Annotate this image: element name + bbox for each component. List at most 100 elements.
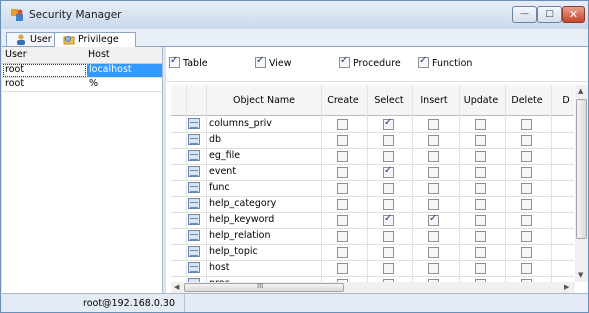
scroll-up-arrow-icon[interactable]: ▲ bbox=[578, 87, 583, 95]
delete-header[interactable]: Delete bbox=[505, 95, 549, 106]
maximize-button[interactable]: □ bbox=[537, 6, 562, 23]
create-header[interactable]: Create bbox=[321, 95, 365, 106]
privilege-checkbox[interactable] bbox=[521, 167, 532, 178]
horizontal-scroll-thumb[interactable]: III bbox=[184, 282, 344, 292]
object-name-cell[interactable]: eg_file bbox=[209, 150, 240, 161]
table-row[interactable]: help_relation bbox=[171, 228, 574, 245]
table-row[interactable]: help_keyword bbox=[171, 212, 574, 229]
privilege-checkbox[interactable] bbox=[337, 183, 348, 194]
privilege-checkbox[interactable] bbox=[475, 151, 486, 162]
privilege-checkbox[interactable] bbox=[521, 119, 532, 130]
privilege-checkbox[interactable] bbox=[383, 247, 394, 258]
privilege-checkbox[interactable] bbox=[475, 215, 486, 226]
privilege-checkbox[interactable] bbox=[383, 117, 394, 130]
privilege-checkbox[interactable] bbox=[521, 247, 532, 258]
privilege-checkbox[interactable] bbox=[383, 183, 394, 194]
privilege-checkbox[interactable] bbox=[475, 199, 486, 210]
table-row[interactable]: help_topic bbox=[171, 244, 574, 261]
title-bar[interactable]: Security Manager — □ ✕ bbox=[1, 1, 588, 29]
object-name-header[interactable]: Object Name bbox=[209, 95, 319, 106]
object-name-cell[interactable]: help_topic bbox=[209, 246, 258, 257]
tab-privilege[interactable]: Privilege bbox=[54, 32, 136, 47]
privilege-checkbox[interactable] bbox=[521, 199, 532, 210]
table-filter-checkbox[interactable]: Table bbox=[169, 55, 208, 70]
privilege-checkbox[interactable] bbox=[337, 151, 348, 162]
privilege-checkbox[interactable] bbox=[521, 231, 532, 242]
privilege-checkbox[interactable] bbox=[337, 199, 348, 210]
close-button[interactable]: ✕ bbox=[562, 6, 585, 23]
table-row[interactable]: host bbox=[171, 260, 574, 277]
privilege-checkbox[interactable] bbox=[337, 215, 348, 226]
user-cell[interactable]: root bbox=[5, 78, 24, 89]
privilege-checkbox[interactable] bbox=[337, 119, 348, 130]
function-filter-checkbox[interactable]: Function bbox=[418, 55, 472, 70]
privilege-checkbox[interactable] bbox=[337, 263, 348, 274]
minimize-button[interactable]: — bbox=[512, 6, 537, 23]
object-name-cell[interactable]: help_relation bbox=[209, 230, 271, 241]
host-cell[interactable]: % bbox=[89, 78, 98, 89]
object-name-cell[interactable]: host bbox=[209, 262, 230, 273]
privilege-checkbox[interactable] bbox=[428, 183, 439, 194]
scroll-left-arrow-icon[interactable]: ◀ bbox=[174, 283, 179, 291]
update-header[interactable]: Update bbox=[459, 95, 503, 106]
privilege-checkbox[interactable] bbox=[428, 135, 439, 146]
grid-vertical-scrollbar[interactable]: ▲ ▼ bbox=[575, 85, 588, 282]
user-row[interactable]: root localhost bbox=[2, 64, 162, 78]
privilege-checkbox[interactable] bbox=[383, 263, 394, 274]
table-row[interactable]: columns_priv bbox=[171, 116, 574, 133]
privilege-checkbox[interactable] bbox=[337, 247, 348, 258]
drop-header[interactable]: D bbox=[556, 95, 574, 106]
object-name-cell[interactable]: help_keyword bbox=[209, 214, 274, 225]
grid-horizontal-scrollbar[interactable]: ◀ III ▶ bbox=[171, 282, 575, 293]
object-name-cell[interactable]: event bbox=[209, 166, 236, 177]
privilege-checkbox[interactable] bbox=[337, 167, 348, 178]
privilege-checkbox[interactable] bbox=[383, 165, 394, 178]
privilege-checkbox[interactable] bbox=[428, 231, 439, 242]
privilege-checkbox[interactable] bbox=[428, 167, 439, 178]
host-cell[interactable]: localhost bbox=[87, 64, 162, 77]
user-cell[interactable]: root bbox=[3, 64, 86, 77]
object-name-cell[interactable]: help_category bbox=[209, 198, 276, 209]
table-row[interactable]: eg_file bbox=[171, 148, 574, 165]
tab-user[interactable]: User bbox=[6, 32, 58, 46]
privilege-checkbox[interactable] bbox=[428, 247, 439, 258]
host-column-header[interactable]: Host bbox=[88, 49, 110, 60]
privilege-checkbox[interactable] bbox=[475, 247, 486, 258]
procedure-filter-checkbox[interactable]: Procedure bbox=[339, 55, 401, 70]
privilege-checkbox[interactable] bbox=[383, 213, 394, 226]
privilege-checkbox[interactable] bbox=[475, 183, 486, 194]
privilege-checkbox[interactable] bbox=[428, 263, 439, 274]
table-row[interactable]: db bbox=[171, 132, 574, 149]
privilege-checkbox[interactable] bbox=[521, 151, 532, 162]
privilege-checkbox[interactable] bbox=[521, 135, 532, 146]
privilege-checkbox[interactable] bbox=[521, 263, 532, 274]
privilege-checkbox[interactable] bbox=[337, 231, 348, 242]
table-row[interactable]: event bbox=[171, 164, 574, 181]
scroll-right-arrow-icon[interactable]: ▶ bbox=[564, 283, 569, 291]
privilege-checkbox[interactable] bbox=[475, 119, 486, 130]
scroll-down-arrow-icon[interactable]: ▼ bbox=[578, 271, 583, 279]
insert-header[interactable]: Insert bbox=[412, 95, 456, 106]
privilege-checkbox[interactable] bbox=[383, 151, 394, 162]
object-name-cell[interactable]: func bbox=[209, 182, 230, 193]
privilege-checkbox[interactable] bbox=[475, 263, 486, 274]
vertical-scroll-thumb[interactable] bbox=[576, 99, 587, 239]
privilege-checkbox[interactable] bbox=[475, 231, 486, 242]
privilege-checkbox[interactable] bbox=[383, 135, 394, 146]
privilege-checkbox[interactable] bbox=[383, 199, 394, 210]
select-header[interactable]: Select bbox=[367, 95, 411, 106]
table-row[interactable]: func bbox=[171, 180, 574, 197]
table-row[interactable]: help_category bbox=[171, 196, 574, 213]
privilege-checkbox[interactable] bbox=[428, 151, 439, 162]
object-name-cell[interactable]: db bbox=[209, 134, 221, 145]
user-column-header[interactable]: User bbox=[5, 49, 27, 60]
view-filter-checkbox[interactable]: View bbox=[255, 55, 292, 70]
privilege-checkbox[interactable] bbox=[475, 167, 486, 178]
privilege-checkbox[interactable] bbox=[428, 213, 439, 226]
privilege-checkbox[interactable] bbox=[428, 199, 439, 210]
privilege-checkbox[interactable] bbox=[475, 135, 486, 146]
privilege-checkbox[interactable] bbox=[521, 215, 532, 226]
user-row[interactable]: root % bbox=[2, 78, 162, 92]
privilege-checkbox[interactable] bbox=[383, 231, 394, 242]
privilege-checkbox[interactable] bbox=[521, 183, 532, 194]
